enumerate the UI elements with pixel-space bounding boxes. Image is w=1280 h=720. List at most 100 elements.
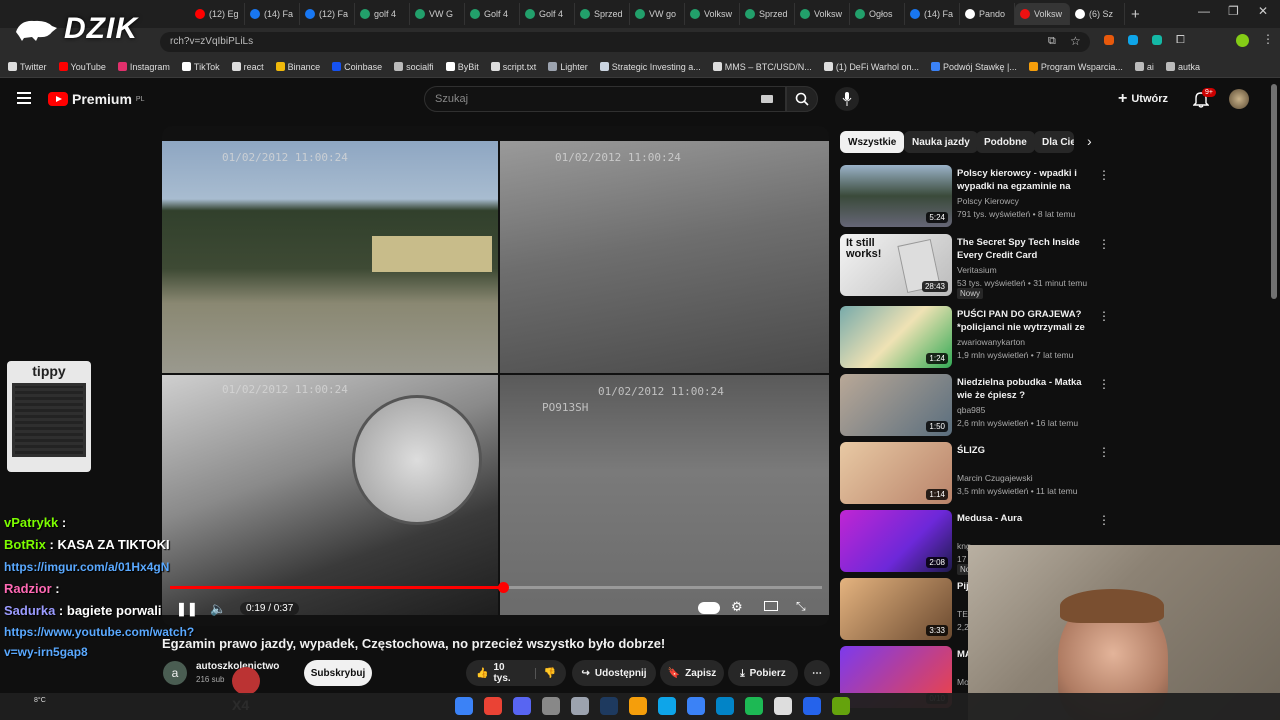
rec-channel[interactable]: Polscy Kierowcy — [957, 196, 1019, 206]
more-options-icon[interactable]: ⋮ — [1098, 445, 1110, 459]
spotify-icon[interactable] — [745, 697, 763, 715]
browser-tab[interactable]: Golf 4 — [520, 3, 575, 25]
recommended-video[interactable]: 1:50 Niedzielna pobudka - Matka wie że ćp… — [840, 374, 1110, 436]
browser-tab[interactable]: (14) Fa — [905, 3, 960, 25]
progress-scrubber[interactable] — [497, 582, 509, 593]
more-options-icon[interactable]: ⋮ — [1098, 309, 1110, 323]
youtube-logo[interactable]: Premium PL — [48, 91, 144, 107]
chip-for-you[interactable]: Dla Cie — [1034, 131, 1074, 153]
app-icon[interactable] — [716, 697, 734, 715]
recommended-video[interactable]: 5:24 Polscy kierowcy - wpadki i wypadki n… — [840, 165, 1110, 227]
extension-icon[interactable] — [1104, 35, 1114, 45]
video-progress-bar[interactable] — [170, 582, 822, 593]
rec-channel[interactable]: Veritasium — [957, 265, 997, 275]
page-scrollbar[interactable] — [1271, 84, 1277, 299]
browser-tab[interactable]: (12) Eg — [190, 3, 245, 25]
browser-tab[interactable]: Ogłos — [850, 3, 905, 25]
rec-title[interactable]: Polscy kierowcy - wpadki i wypadki na eg… — [957, 167, 1095, 194]
browser-menu-icon[interactable]: ⋮ — [1262, 32, 1274, 46]
rec-channel[interactable]: qba985 — [957, 405, 985, 415]
app-icon[interactable] — [658, 697, 676, 715]
more-options-icon[interactable]: ⋮ — [1098, 513, 1110, 527]
rec-title[interactable]: ŚLIZG — [957, 444, 1095, 457]
video-thumbnail[interactable]: 1:24 — [840, 306, 952, 368]
create-button[interactable]: + Utwórz — [1118, 88, 1168, 110]
app-icon[interactable] — [542, 697, 560, 715]
more-options-icon[interactable]: ⋮ — [1098, 377, 1110, 391]
browser-tab[interactable]: (14) Fa — [245, 3, 300, 25]
bookmark-item[interactable]: script.txt — [490, 62, 536, 72]
browser-tab[interactable]: VW G — [410, 3, 465, 25]
extensions-puzzle-icon[interactable]: ⧠ — [1176, 34, 1185, 47]
browser-tab[interactable]: (6) Sz — [1070, 3, 1125, 25]
bookmark-item[interactable]: react — [231, 62, 264, 72]
rec-channel[interactable]: Marcin Czugajewski — [957, 473, 1033, 483]
keyboard-icon[interactable] — [761, 95, 773, 103]
fullscreen-icon[interactable]: ⤡ — [796, 599, 806, 614]
discord-icon[interactable] — [513, 697, 531, 715]
more-options-icon[interactable]: ⋮ — [1098, 237, 1110, 251]
autoplay-toggle[interactable] — [698, 602, 720, 614]
subscribe-button[interactable]: Subskrybuj — [304, 660, 372, 686]
bookmark-star-icon[interactable]: ☆ — [1070, 34, 1081, 48]
bookmark-item[interactable]: ByBit — [445, 62, 479, 72]
search-input[interactable]: Szukaj — [424, 86, 786, 112]
chip-driving-lessons[interactable]: Nauka jazdy — [904, 131, 978, 153]
browser-tab[interactable]: VW go — [630, 3, 685, 25]
bookmark-item[interactable]: Podwój Stawkę |... — [931, 62, 1017, 72]
cast-icon[interactable]: ⧉ — [1048, 35, 1056, 48]
start-icon[interactable] — [455, 697, 473, 715]
browser-tab[interactable]: Volksw — [795, 3, 850, 25]
steam-icon[interactable] — [600, 697, 618, 715]
rec-title[interactable]: The Secret Spy Tech Inside Every Credit … — [957, 236, 1095, 262]
volume-icon[interactable]: 🔈 — [210, 601, 226, 617]
app-icon[interactable] — [832, 697, 850, 715]
rec-title[interactable]: Medusa - Aura — [957, 512, 1095, 525]
bookmark-item[interactable]: (1) DeFi Warhol on... — [823, 62, 919, 72]
recommended-video[interactable]: 1:14 ŚLIZG Marcin Czugajewski 3,5 mln wyświ… — [840, 442, 1110, 504]
recommended-video[interactable]: 1:24 PUŚCI PAN DO GRAJEWA? *policjanci ni… — [840, 306, 1110, 368]
extension-icon[interactable] — [1152, 35, 1162, 45]
save-button[interactable]: 🔖 Zapisz — [660, 660, 724, 686]
like-button[interactable]: 👍 10 tys. 👎 — [466, 660, 566, 686]
browser-tab[interactable]: Golf 4 — [465, 3, 520, 25]
minimize-icon[interactable]: — — [1198, 4, 1210, 18]
bookmark-item[interactable]: Strategic Investing a... — [599, 62, 701, 72]
close-icon[interactable]: ✕ — [1258, 4, 1268, 18]
hamburger-menu-icon[interactable] — [17, 92, 31, 104]
browser-tab[interactable]: Pando — [960, 3, 1015, 25]
video-thumbnail[interactable]: It still works! 28:43 — [840, 234, 952, 296]
bookmark-item[interactable]: Lighter — [548, 62, 588, 72]
bookmark-item[interactable]: Binance — [275, 62, 320, 72]
bookmark-item[interactable]: socialfi — [394, 62, 434, 72]
video-player[interactable]: 01/02/2012 11:00:24 01/02/2012 11:00:24 … — [162, 126, 829, 626]
video-thumbnail[interactable]: 3:33 — [840, 578, 952, 640]
rec-title[interactable]: PUŚCI PAN DO GRAJEWA? *policjanci nie wy… — [957, 308, 1095, 335]
bookmark-item[interactable]: ai — [1134, 62, 1154, 72]
bookmark-item[interactable]: TikTok — [181, 62, 220, 72]
weather-widget[interactable]: 8°C — [34, 697, 46, 704]
video-thumbnail[interactable]: 1:50 — [840, 374, 952, 436]
more-actions-button[interactable]: ⋯ — [804, 660, 830, 686]
search-button[interactable] — [786, 86, 818, 112]
maximize-icon[interactable]: ❐ — [1228, 4, 1239, 18]
app-icon[interactable] — [774, 697, 792, 715]
rec-title[interactable]: Niedzielna pobudka - Matka wie że ćpiesz… — [957, 376, 1095, 402]
video-thumbnail[interactable]: 1:14 — [840, 442, 952, 504]
share-button[interactable]: ↪ Udostępnij — [572, 660, 656, 686]
chip-all[interactable]: Wszystkie — [840, 131, 905, 153]
browser-tab[interactable]: Volksw — [685, 3, 740, 25]
miniplayer-icon[interactable] — [764, 601, 778, 611]
voice-search-button[interactable] — [835, 87, 859, 111]
bookmark-item[interactable]: autka — [1165, 62, 1200, 72]
browser-tab[interactable]: Sprzed — [740, 3, 795, 25]
browser-tab[interactable]: Volksw — [1015, 3, 1070, 25]
new-tab-button[interactable]: + — [1131, 6, 1140, 23]
more-options-icon[interactable]: ⋮ — [1098, 168, 1110, 182]
account-avatar[interactable] — [1229, 89, 1249, 109]
chrome-icon[interactable] — [484, 697, 502, 715]
video-thumbnail[interactable]: 5:24 — [840, 165, 952, 227]
download-button[interactable]: ⤓ Pobierz — [728, 660, 798, 686]
notifications-button[interactable]: 9+ — [1192, 88, 1216, 113]
video-thumbnail[interactable]: 2:08 — [840, 510, 952, 572]
